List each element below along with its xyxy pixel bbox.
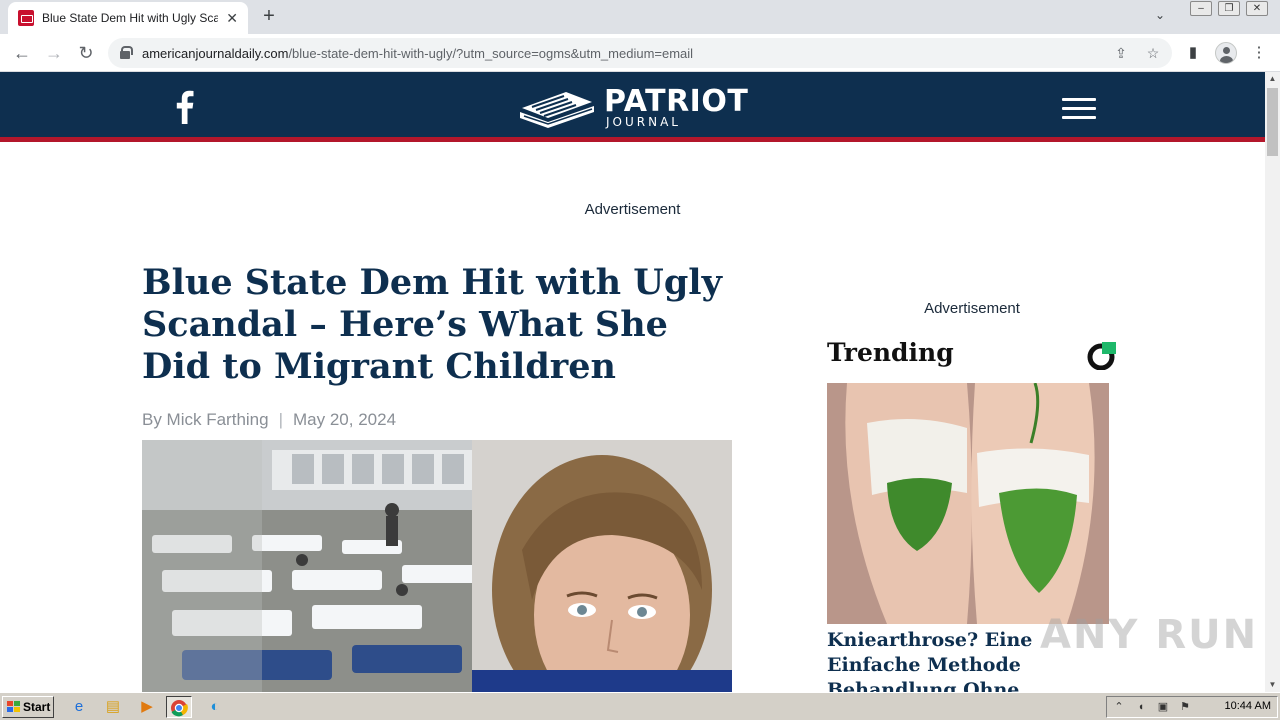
windows-flag-icon xyxy=(7,701,20,713)
url-path: /blue-state-dem-hit-with-ugly/?utm_sourc… xyxy=(288,46,694,61)
tab-strip: Blue State Dem Hit with Ugly Scandal ✕ +… xyxy=(0,0,1280,34)
logo-subtext: JOURNAL xyxy=(606,115,681,129)
hamburger-menu-icon[interactable] xyxy=(1062,98,1096,120)
lock-icon[interactable] xyxy=(120,46,133,59)
scroll-down-arrow-icon[interactable]: ▼ xyxy=(1265,678,1280,692)
start-button[interactable]: Start xyxy=(2,696,54,718)
scroll-thumb[interactable] xyxy=(1267,88,1278,156)
network-icon[interactable]: ▣ xyxy=(1155,699,1171,715)
watermark-text: ANY RUN xyxy=(1040,612,1259,658)
taskbar-clock[interactable]: 10:44 AM xyxy=(1225,700,1271,712)
browser-toolbar: ← → ↻ americanjournaldaily.com/blue-stat… xyxy=(0,34,1280,72)
edge-icon[interactable]: ◐ xyxy=(202,696,228,718)
url-domain: americanjournaldaily.com xyxy=(142,46,289,61)
minimize-button[interactable]: – xyxy=(1190,1,1212,16)
tab-title: Blue State Dem Hit with Ugly Scandal xyxy=(42,11,218,25)
volume-icon[interactable]: ◖ xyxy=(1133,699,1149,715)
scroll-up-arrow-icon[interactable]: ▲ xyxy=(1265,72,1280,86)
bookmark-star-icon[interactable]: ☆ xyxy=(1144,44,1162,62)
hero-photo xyxy=(142,440,732,692)
article-title: Blue State Dem Hit with Ugly Scandal – H… xyxy=(142,262,722,387)
side-panel-icon[interactable]: ▮ xyxy=(1182,42,1204,64)
new-tab-plus-icon[interactable]: + xyxy=(258,6,280,28)
close-window-button[interactable]: ✕ xyxy=(1246,1,1268,16)
media-player-icon[interactable]: ▶ xyxy=(134,696,160,718)
tray-expand-chevron-up-icon[interactable]: ⌃ xyxy=(1111,699,1127,715)
system-tray: ⌃ ◖ ▣ ⚑ 10:44 AM xyxy=(1106,696,1278,718)
chrome-taskbar-icon[interactable] xyxy=(166,696,192,718)
start-label: Start xyxy=(23,700,51,714)
trending-heading: Trending xyxy=(827,338,954,367)
tab-active[interactable]: Blue State Dem Hit with Ugly Scandal ✕ xyxy=(8,2,248,34)
more-menu-icon[interactable]: ⋮ xyxy=(1248,42,1270,64)
forward-arrow-icon[interactable]: → xyxy=(42,41,66,65)
os-taskbar: Start e ▤ ▶ ◐ ⌃ ◖ ▣ ⚑ 10:44 AM xyxy=(0,692,1280,720)
chrome-icon xyxy=(171,700,188,717)
address-bar[interactable]: americanjournaldaily.com/blue-state-dem-… xyxy=(108,38,1172,68)
publish-date: May 20, 2024 xyxy=(293,410,397,429)
advertisement-label-sidebar: Advertisement xyxy=(924,300,1020,317)
reload-icon[interactable]: ↻ xyxy=(74,41,98,65)
internet-explorer-icon[interactable]: e xyxy=(66,696,92,718)
tab-close-icon[interactable]: ✕ xyxy=(226,10,238,27)
article-byline: By Mick Farthing | May 20, 2024 xyxy=(142,410,396,430)
share-icon[interactable]: ⇪ xyxy=(1112,44,1130,62)
outbrain-logo-icon[interactable] xyxy=(1086,342,1116,370)
advertisement-label-top: Advertisement xyxy=(584,201,681,218)
tab-search-chevron-down-icon[interactable]: ⌄ xyxy=(1150,8,1170,26)
knee-photo xyxy=(827,383,1109,624)
file-explorer-icon[interactable]: ▤ xyxy=(100,696,126,718)
newspaper-logo-icon xyxy=(520,92,594,128)
author-link[interactable]: By Mick Farthing xyxy=(142,410,269,429)
url-text[interactable]: americanjournaldaily.com/blue-state-dem-… xyxy=(142,46,693,61)
site-favicon-icon xyxy=(18,10,34,26)
site-logo[interactable]: PATRIOT JOURNAL xyxy=(518,86,748,134)
logo-text: PATRIOT xyxy=(604,84,749,119)
page-scrollbar[interactable]: ▲ ▼ xyxy=(1265,72,1280,692)
article-hero-image xyxy=(142,440,732,692)
window-controls: – ❐ ✕ xyxy=(1190,1,1268,16)
trending-thumbnail[interactable] xyxy=(827,383,1109,624)
back-arrow-icon[interactable]: ← xyxy=(10,41,34,65)
page-viewport: PATRIOT JOURNAL Advertisement Blue State… xyxy=(0,72,1265,692)
profile-avatar-icon[interactable] xyxy=(1215,42,1237,64)
byline-separator: | xyxy=(278,410,284,429)
action-center-flag-icon[interactable]: ⚑ xyxy=(1177,699,1193,715)
site-header: PATRIOT JOURNAL xyxy=(0,72,1265,142)
restore-button[interactable]: ❐ xyxy=(1218,1,1240,16)
facebook-icon[interactable] xyxy=(172,90,196,124)
